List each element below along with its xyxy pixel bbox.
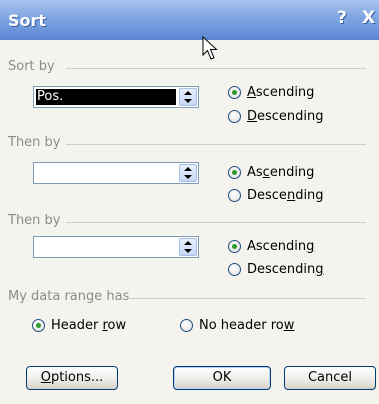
updown-arrows-icon — [184, 91, 192, 103]
sort-by-ascending-radio[interactable]: Ascending — [228, 85, 314, 100]
radio-selected-icon — [228, 166, 241, 179]
sort-by-descending-radio[interactable]: Descending — [228, 109, 324, 124]
then-by-select-2[interactable] — [33, 236, 199, 258]
header-row-label: Header row — [51, 318, 127, 333]
descending-label: Descending — [247, 109, 324, 124]
no-header-row-radio[interactable]: No header row — [180, 318, 294, 333]
updown-arrows-icon — [184, 167, 192, 179]
radio-selected-icon — [228, 86, 241, 99]
descending-label: Descending — [247, 262, 324, 277]
cancel-button[interactable]: Cancel — [284, 366, 376, 390]
dropdown-arrow-button[interactable] — [179, 238, 197, 256]
dropdown-arrow-button[interactable] — [179, 88, 197, 106]
data-range-label: My data range has — [8, 289, 130, 304]
then-by-label-2: Then by — [8, 213, 61, 228]
sort-by-divider — [66, 68, 366, 69]
then-by-2-descending-radio[interactable]: Descending — [228, 262, 324, 277]
no-header-row-label: No header row — [199, 318, 295, 333]
data-range-divider — [128, 298, 366, 299]
updown-arrows-icon — [184, 241, 192, 253]
then-by-divider-1 — [66, 144, 366, 145]
then-by-select-1[interactable] — [33, 162, 199, 184]
radio-selected-icon — [32, 319, 45, 332]
dropdown-arrow-button[interactable] — [179, 164, 197, 182]
sort-by-select[interactable]: Pos. — [33, 86, 199, 108]
descending-label: Descending — [247, 188, 324, 203]
then-by-divider-2 — [66, 222, 366, 223]
radio-empty-icon — [228, 189, 241, 202]
mouse-pointer-icon — [202, 36, 218, 60]
radio-empty-icon — [180, 319, 193, 332]
ascending-label: Ascending — [247, 239, 315, 254]
then-by-1-ascending-radio[interactable]: Ascending — [228, 165, 314, 180]
then-by-value-1 — [36, 165, 176, 181]
header-row-radio[interactable]: Header row — [32, 318, 126, 333]
sort-by-label: Sort by — [8, 59, 55, 74]
close-button[interactable]: X — [362, 8, 375, 28]
radio-empty-icon — [228, 110, 241, 123]
ascending-label: Ascending — [247, 165, 315, 180]
title-bar[interactable]: Sort ? X — [0, 0, 379, 40]
radio-selected-icon — [228, 240, 241, 253]
then-by-1-descending-radio[interactable]: Descending — [228, 188, 324, 203]
options-button[interactable]: Options... — [26, 366, 118, 390]
dialog-title: Sort — [8, 11, 47, 30]
sort-dialog: Sort ? X Sort by Pos. Ascending Descendi… — [0, 0, 379, 404]
radio-empty-icon — [228, 263, 241, 276]
ascending-label: Ascending — [247, 85, 315, 100]
sort-by-value: Pos. — [36, 89, 176, 105]
then-by-2-ascending-radio[interactable]: Ascending — [228, 239, 314, 254]
ok-button[interactable]: OK — [173, 366, 271, 390]
then-by-value-2 — [36, 239, 176, 255]
help-button[interactable]: ? — [337, 8, 347, 28]
then-by-label-1: Then by — [8, 135, 61, 150]
